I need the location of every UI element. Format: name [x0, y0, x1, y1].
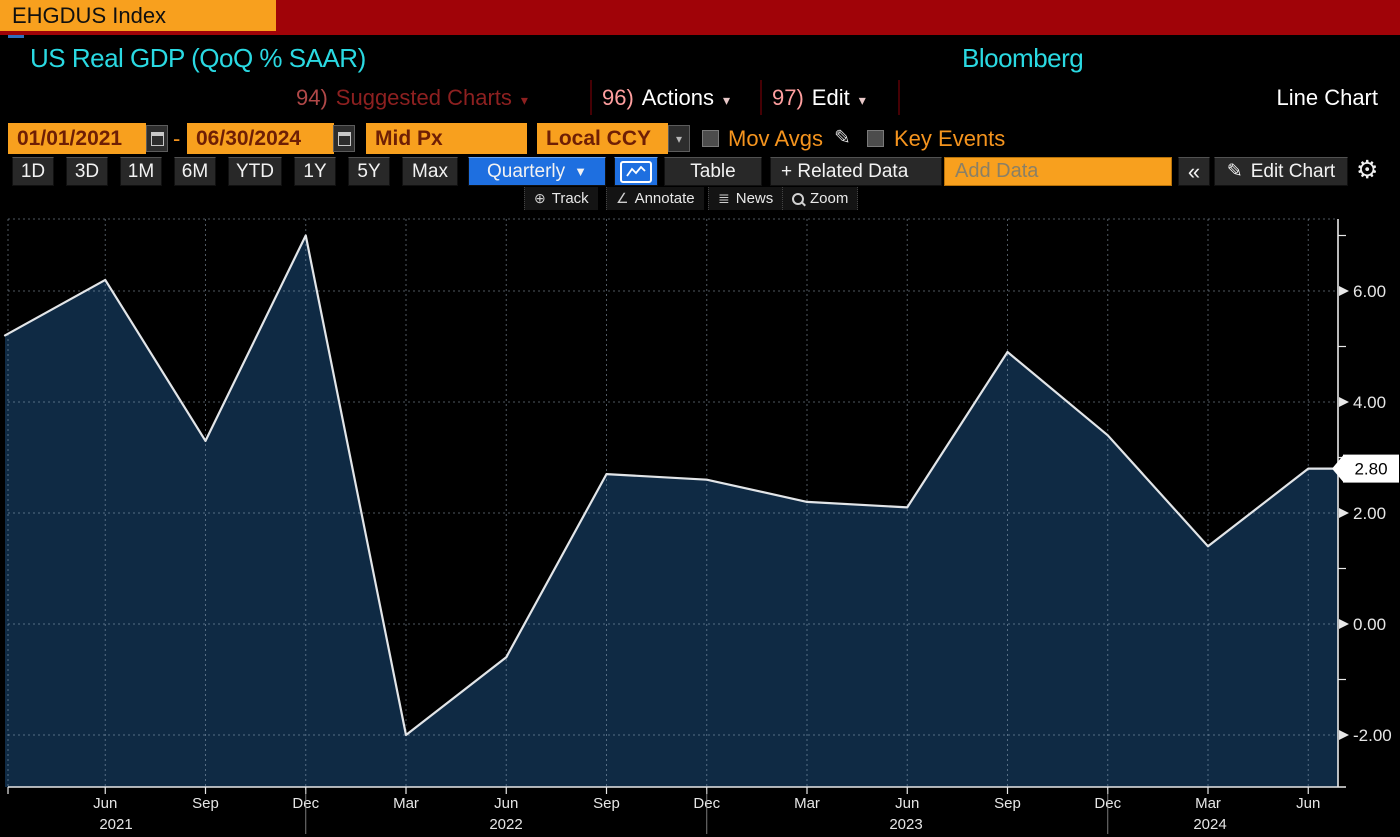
x-month-label: Mar — [393, 795, 419, 812]
news-button[interactable]: ≣ News — [708, 187, 782, 210]
y-major-tick — [1339, 730, 1349, 740]
series-area — [5, 236, 1338, 788]
table-button[interactable]: Table — [664, 157, 762, 186]
menu-label: Edit — [812, 85, 850, 110]
y-tick-label: 6.00 — [1353, 282, 1386, 301]
y-major-tick — [1339, 508, 1349, 518]
x-month-label: Sep — [994, 795, 1021, 812]
key-events-checkbox[interactable] — [867, 130, 884, 147]
x-month-label: Mar — [794, 795, 820, 812]
x-month-label: Jun — [895, 795, 919, 812]
frequency-dropdown[interactable]: Quarterly ▼ — [468, 157, 606, 186]
chart-title: US Real GDP (QoQ % SAAR) — [30, 43, 366, 74]
settings-gear-button[interactable]: ⚙ — [1356, 155, 1378, 185]
period-ytd-button[interactable]: YTD — [228, 157, 282, 186]
menu-divider — [898, 80, 900, 115]
y-major-tick — [1339, 619, 1349, 629]
chart-type-label: Line Chart — [1276, 80, 1378, 115]
menu-label: Suggested Charts — [336, 85, 512, 110]
x-year-label: 2021 — [99, 816, 132, 833]
chevron-down-icon: ▾ — [676, 132, 682, 146]
x-year-label: 2023 — [889, 816, 922, 833]
news-icon: ≣ — [718, 190, 730, 207]
currency-dropdown-button[interactable]: ▾ — [668, 125, 690, 152]
date-range-separator: - — [173, 121, 180, 156]
menu-divider — [760, 80, 762, 115]
zoom-icon — [792, 193, 804, 205]
track-label: Track — [552, 190, 589, 207]
menu-actions[interactable]: 96) Actions ▾ — [602, 80, 730, 115]
chevron-down-icon: ▾ — [521, 92, 528, 108]
chevron-down-icon: ▾ — [723, 92, 730, 108]
mov-avgs-label[interactable]: Mov Avgs — [728, 121, 823, 156]
x-month-label: Mar — [1195, 795, 1221, 812]
related-data-button[interactable]: + Related Data — [770, 157, 942, 186]
key-events-label[interactable]: Key Events — [894, 121, 1005, 156]
track-button[interactable]: ⊕ Track — [524, 187, 598, 210]
brand-label: Bloomberg — [962, 43, 1083, 74]
period-max-button[interactable]: Max — [402, 157, 458, 186]
y-tick-label: -2.00 — [1353, 726, 1392, 745]
x-month-label: Jun — [494, 795, 518, 812]
currency-select[interactable]: Local CCY — [537, 123, 668, 154]
y-tick-label: 4.00 — [1353, 393, 1386, 412]
menu-edit[interactable]: 97) Edit ▾ — [772, 80, 866, 115]
chevron-down-icon: ▾ — [859, 92, 866, 108]
calendar-button-to[interactable] — [333, 125, 355, 152]
menu-number: 96) — [602, 85, 634, 110]
menu-number: 97) — [772, 85, 804, 110]
security-input[interactable]: EHGDUS Index — [0, 0, 276, 31]
menu-number: 94) — [296, 85, 328, 110]
y-major-tick — [1339, 397, 1349, 407]
x-month-label: Jun — [93, 795, 117, 812]
line-chart-view-toggle[interactable] — [614, 157, 658, 186]
mov-avgs-checkbox[interactable] — [702, 130, 719, 147]
pencil-icon: ✎ — [1227, 158, 1243, 185]
period-1d-button[interactable]: 1D — [12, 157, 54, 186]
line-chart-icon — [620, 161, 652, 183]
period-1m-button[interactable]: 1M — [120, 157, 162, 186]
x-month-label: Jun — [1296, 795, 1320, 812]
calendar-button-from[interactable] — [146, 125, 168, 152]
y-major-tick — [1339, 286, 1349, 296]
zoom-button[interactable]: Zoom — [782, 187, 858, 210]
collapse-button[interactable]: « — [1178, 157, 1210, 186]
news-label: News — [736, 190, 774, 207]
price-type-input[interactable]: Mid Px — [366, 123, 527, 154]
edit-chart-button[interactable]: ✎ Edit Chart — [1214, 157, 1348, 186]
pencil-icon[interactable]: ✎ — [834, 121, 851, 156]
gdp-line-chart[interactable]: 6.004.002.000.00-2.00JunSepDecMarJunSepD… — [0, 210, 1400, 837]
chevron-down-icon: ▼ — [574, 158, 587, 185]
menu-divider — [590, 80, 592, 115]
frequency-label: Quarterly — [487, 158, 565, 185]
x-month-label: Sep — [593, 795, 620, 812]
date-from-input[interactable]: 01/01/2021 — [8, 123, 146, 154]
zoom-label: Zoom — [810, 190, 848, 207]
last-value-label: 2.80 — [1354, 460, 1387, 479]
track-icon: ⊕ — [534, 190, 546, 207]
annotate-label: Annotate — [635, 190, 695, 207]
calendar-icon — [338, 132, 351, 146]
calendar-icon — [151, 132, 164, 146]
x-year-label: 2022 — [489, 816, 522, 833]
x-month-label: Sep — [192, 795, 219, 812]
bloomberg-terminal-window: { "header": { "ticker": "EHGDUS", "last_… — [0, 0, 1400, 837]
add-data-input[interactable]: Add Data — [944, 157, 1172, 186]
gear-icon: ⚙ — [1356, 156, 1378, 184]
menu-label: Actions — [642, 85, 714, 110]
annotate-icon: ∠ — [616, 190, 629, 207]
period-3d-button[interactable]: 3D — [66, 157, 108, 186]
y-tick-label: 2.00 — [1353, 504, 1386, 523]
period-1y-button[interactable]: 1Y — [294, 157, 336, 186]
period-5y-button[interactable]: 5Y — [348, 157, 390, 186]
x-year-label: 2024 — [1193, 816, 1226, 833]
annotate-button[interactable]: ∠ Annotate — [606, 187, 704, 210]
menu-suggested-charts[interactable]: 94) Suggested Charts ▾ — [296, 80, 528, 115]
date-to-input[interactable]: 06/30/2024 — [187, 123, 334, 154]
edit-chart-label: Edit Chart — [1251, 158, 1335, 185]
period-6m-button[interactable]: 6M — [174, 157, 216, 186]
y-tick-label: 0.00 — [1353, 615, 1386, 634]
